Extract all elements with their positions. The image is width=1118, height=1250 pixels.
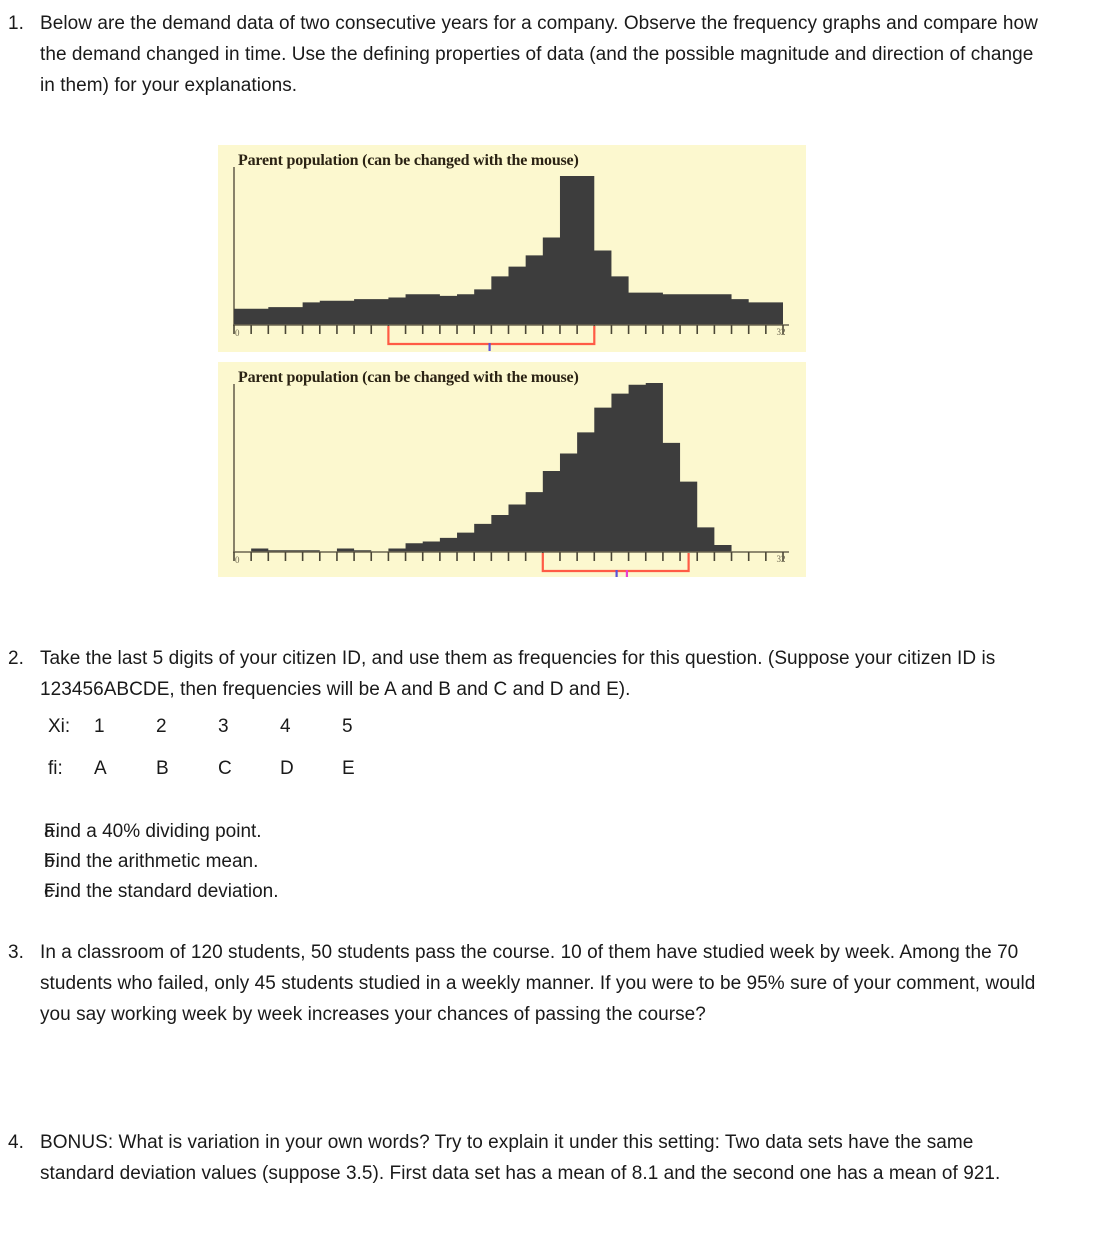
- subquestion-c: c. Find the standard deviation.: [0, 878, 279, 906]
- question-3: 3. In a classroom of 120 students, 50 st…: [0, 937, 1042, 1030]
- xi-value-5: 5: [342, 716, 353, 737]
- fi-label: fi:: [48, 758, 63, 779]
- fi-value-3: C: [218, 758, 232, 779]
- subquestion-b: b. Find the arithmetic mean.: [0, 848, 258, 876]
- question-4-number: 4.: [8, 1132, 24, 1153]
- fi-value-2: B: [156, 758, 169, 779]
- subquestion-a: a. Find a 40% dividing point.: [0, 818, 262, 846]
- subquestion-c-text: Find the standard deviation.: [44, 881, 279, 902]
- subquestion-c-marker: c.: [44, 881, 59, 902]
- axis-end-label: 32: [777, 327, 786, 337]
- question-1-number: 1.: [8, 13, 24, 34]
- frequency-table: Xi: 1 2 3 4 5 fi: A B C D E: [48, 716, 404, 800]
- xi-label: Xi:: [48, 716, 71, 737]
- question-2-text: Take the last 5 digits of your citizen I…: [40, 648, 996, 700]
- axis-start-label: 0: [235, 555, 240, 565]
- worksheet-page: 1. Below are the demand data of two cons…: [0, 0, 1118, 1250]
- question-2: 2. Take the last 5 digits of your citize…: [0, 643, 1010, 705]
- question-4: 4. BONUS: What is variation in your own …: [0, 1127, 1050, 1189]
- subquestion-b-marker: b.: [44, 851, 60, 872]
- question-3-number: 3.: [8, 942, 24, 963]
- fi-value-1: A: [94, 758, 107, 779]
- question-4-text: BONUS: What is variation in your own wor…: [40, 1132, 1001, 1184]
- xi-value-3: 3: [218, 716, 229, 737]
- question-2-number: 2.: [8, 648, 24, 669]
- axis-start-label: 0: [235, 328, 240, 338]
- subquestion-b-text: Find the arithmetic mean.: [44, 851, 259, 872]
- question-3-text: In a classroom of 120 students, 50 stude…: [40, 942, 1036, 1025]
- question-1: 1. Below are the demand data of two cons…: [0, 8, 1045, 101]
- axis-end-label: 32: [777, 554, 786, 564]
- histogram-applet-2[interactable]: Parent population (can be changed with t…: [218, 362, 806, 577]
- histogram-bars[interactable]: [234, 175, 783, 325]
- xi-value-1: 1: [94, 716, 105, 737]
- range-bracket[interactable]: [541, 553, 690, 573]
- histogram-bars[interactable]: [234, 383, 783, 552]
- fi-value-4: D: [280, 758, 294, 779]
- question-1-text: Below are the demand data of two consecu…: [40, 13, 1038, 96]
- xi-value-2: 2: [156, 716, 167, 737]
- histogram-plot-2[interactable]: 0 32: [218, 362, 806, 577]
- subquestion-a-marker: a.: [44, 821, 60, 842]
- histogram-plot-1[interactable]: 0 32: [218, 145, 806, 352]
- frequency-table-row-xi: Xi: 1 2 3 4 5: [48, 716, 404, 758]
- frequency-table-row-fi: fi: A B C D E: [48, 758, 404, 800]
- fi-value-5: E: [342, 758, 355, 779]
- subquestion-a-text: Find a 40% dividing point.: [44, 821, 262, 842]
- histogram-applet-1[interactable]: Parent population (can be changed with t…: [218, 145, 806, 352]
- xi-value-4: 4: [280, 716, 291, 737]
